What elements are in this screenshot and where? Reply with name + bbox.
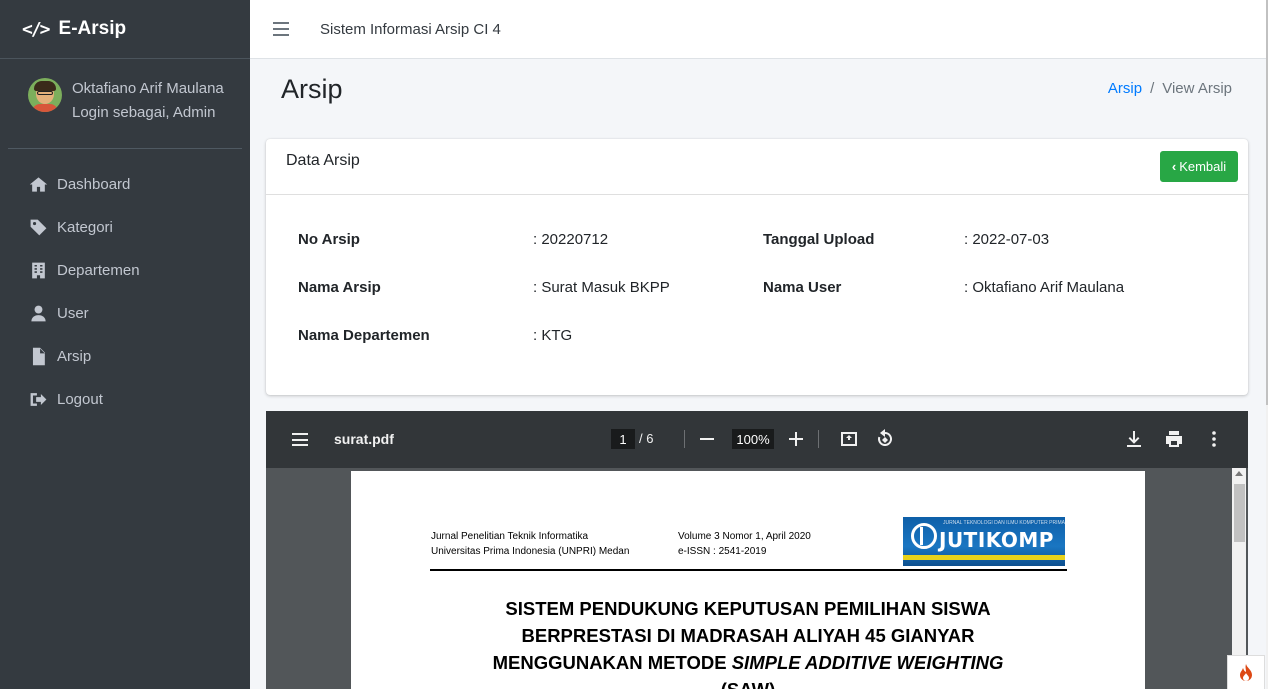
- tanggal-upload-label: Tanggal Upload: [763, 231, 875, 248]
- pdf-toolbar: surat.pdf 1 / 6 100%: [266, 411, 1248, 468]
- journal-volume: Volume 3 Nomor 1, April 2020: [678, 531, 811, 542]
- sidebar-item-label: Departemen: [57, 262, 140, 279]
- brand-name: E-Arsip: [58, 18, 127, 39]
- breadcrumb-current: View Arsip: [1162, 80, 1232, 97]
- paper-title-italic: SIMPLE ADDITIVE WEIGHTING: [731, 652, 1004, 673]
- user-icon: [28, 304, 48, 324]
- nama-departemen-value: : KTG: [533, 327, 573, 344]
- user-name[interactable]: Oktafiano Arif Maulana: [72, 77, 224, 101]
- top-navbar: Sistem Informasi Arsip CI 4: [250, 0, 1266, 59]
- card-header: Data Arsip ‹ Kembali: [266, 139, 1248, 195]
- nama-arsip-label: Nama Arsip: [298, 279, 381, 296]
- file-icon: [28, 347, 48, 367]
- back-button[interactable]: ‹ Kembali: [1160, 151, 1238, 182]
- paper-title: SISTEM PENDUKUNG KEPUTUSAN PEMILIHAN SIS…: [351, 595, 1145, 689]
- page-title: Arsip: [281, 74, 343, 104]
- print-icon[interactable]: [1163, 428, 1185, 450]
- zoom-out-icon[interactable]: [696, 428, 718, 450]
- building-icon: [28, 261, 48, 281]
- logout-icon: [28, 390, 48, 410]
- tag-icon: [28, 218, 48, 238]
- paper-title-line: MENGGUNAKAN METODE SIMPLE ADDITIVE WEIGH…: [351, 649, 1145, 676]
- sidebar-item-label: Dashboard: [57, 176, 131, 193]
- code-icon: </>: [22, 18, 50, 40]
- sidebar-item-label: User: [57, 305, 89, 322]
- more-options-icon[interactable]: [1203, 428, 1225, 450]
- toolbar-divider: [684, 430, 685, 448]
- breadcrumb-link-arsip[interactable]: Arsip: [1108, 80, 1142, 97]
- rotate-icon[interactable]: [874, 428, 896, 450]
- home-icon: [28, 175, 48, 195]
- sidebar-item-logout[interactable]: Logout: [0, 378, 250, 421]
- sidebar-nav: Dashboard Kategori Departemen User Arsip…: [0, 163, 250, 421]
- nama-user-label: Nama User: [763, 279, 842, 296]
- sidebar-item-kategori[interactable]: Kategori: [0, 206, 250, 249]
- paper-title-text: MENGGUNAKAN METODE: [492, 652, 732, 673]
- journal-name: Jurnal Penelitian Teknik Informatika: [431, 531, 589, 542]
- card-title: Data Arsip: [286, 152, 360, 169]
- nama-user-value: : Oktafiano Arif Maulana: [964, 279, 1125, 296]
- sidebar-item-label: Kategori: [57, 219, 113, 236]
- brand-link[interactable]: </> E-Arsip: [0, 0, 250, 59]
- sidebar-item-arsip[interactable]: Arsip: [0, 335, 250, 378]
- breadcrumb-separator: /: [1150, 80, 1155, 97]
- sidebar-item-dashboard[interactable]: Dashboard: [0, 163, 250, 206]
- sidebar: </> E-Arsip Oktafiano Arif Maulana Login…: [0, 0, 250, 689]
- journal-issn: e-ISSN : 2541-2019: [678, 546, 767, 557]
- page-number-input[interactable]: 1: [611, 429, 635, 449]
- menu-toggle-icon[interactable]: [273, 22, 289, 36]
- nama-arsip-value: : Surat Masuk BKPP: [533, 279, 670, 296]
- zoom-input[interactable]: 100%: [732, 429, 774, 449]
- no-arsip-label: No Arsip: [298, 231, 360, 248]
- pdf-menu-icon[interactable]: [292, 433, 308, 446]
- journal-university: Universitas Prima Indonesia (UNPRI) Meda…: [431, 546, 630, 557]
- flame-icon: [1240, 663, 1252, 681]
- download-icon[interactable]: [1123, 428, 1145, 450]
- paper-title-line: (SAW): [351, 676, 1145, 689]
- journal-info-left: Jurnal Penelitian Teknik Informatika Uni…: [431, 529, 629, 559]
- pdf-viewer: surat.pdf 1 / 6 100% Jurnal Penelitian T…: [266, 411, 1248, 689]
- fit-page-icon[interactable]: [838, 428, 860, 450]
- tanggal-upload-value: : 2022-07-03: [964, 231, 1050, 248]
- user-panel: Oktafiano Arif Maulana Login sebagai, Ad…: [8, 59, 242, 149]
- sidebar-item-label: Arsip: [57, 348, 92, 365]
- app-title: Sistem Informasi Arsip CI 4: [320, 20, 501, 38]
- sidebar-item-departemen[interactable]: Departemen: [0, 249, 250, 292]
- pdf-filename: surat.pdf: [334, 431, 394, 447]
- pdf-page: Jurnal Penelitian Teknik Informatika Uni…: [351, 471, 1145, 689]
- data-arsip-card: Data Arsip ‹ Kembali No Arsip : 20220712…: [266, 139, 1248, 395]
- paper-title-line: BERPRESTASI DI MADRASAH ALIYAH 45 GIANYA…: [521, 625, 975, 646]
- toolbar-divider: [818, 430, 819, 448]
- debug-toolbar-button[interactable]: [1227, 655, 1265, 689]
- jutikomp-logo: JURNAL TEKNOLOGI DAN ILMU KOMPUTER PRIMA…: [903, 517, 1065, 566]
- zoom-in-icon[interactable]: [785, 428, 807, 450]
- back-button-label: Kembali: [1179, 159, 1227, 174]
- logo-text: JUTIKOMP: [939, 528, 1054, 552]
- user-role: Login sebagai, Admin: [72, 104, 216, 121]
- paper-title-line: SISTEM PENDUKUNG KEPUTUSAN PEMILIHAN SIS…: [505, 598, 991, 619]
- logo-subtitle: JURNAL TEKNOLOGI DAN ILMU KOMPUTER PRIMA: [943, 520, 1065, 526]
- page-total: / 6: [639, 431, 654, 446]
- no-arsip-value: : 20220712: [533, 231, 609, 248]
- header-rule: [430, 569, 1067, 571]
- journal-info-middle: Volume 3 Nomor 1, April 2020 e-ISSN : 25…: [678, 529, 811, 559]
- avatar: [28, 78, 62, 112]
- sidebar-item-label: Logout: [57, 391, 103, 408]
- chevron-left-icon: ‹: [1171, 159, 1177, 174]
- nama-departemen-label: Nama Departemen: [298, 327, 430, 344]
- breadcrumb: Arsip / View Arsip: [1108, 80, 1232, 97]
- sidebar-item-user[interactable]: User: [0, 292, 250, 335]
